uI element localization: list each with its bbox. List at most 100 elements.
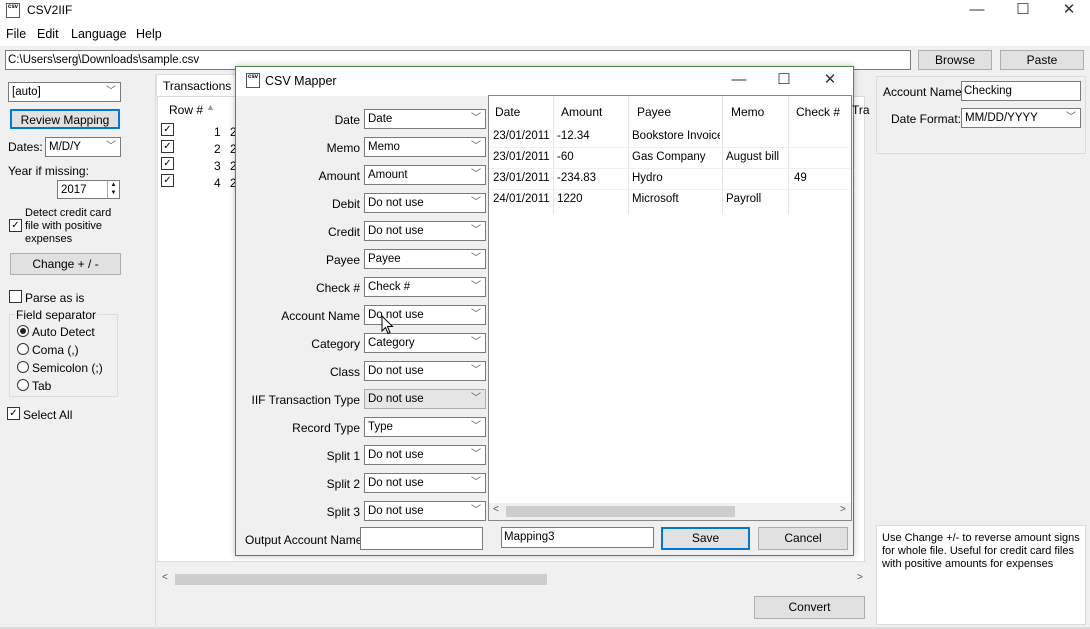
preview-cell: -12.34 <box>557 130 590 142</box>
preview-header-check[interactable]: Check # <box>796 105 840 119</box>
browse-button[interactable]: Browse <box>918 50 992 70</box>
menu-edit[interactable]: Edit <box>37 27 59 41</box>
preview-cell: 24/01/2011 <box>493 193 550 205</box>
preview-header-payee[interactable]: Payee <box>637 105 671 119</box>
dialog-maximize-button[interactable]: ☐ <box>761 70 807 92</box>
convert-button[interactable]: Convert <box>754 596 865 619</box>
field-combo-split-3[interactable]: Do not use ﹀ <box>364 501 486 521</box>
mapping-name-input[interactable]: Mapping3 <box>501 527 654 548</box>
row-checkbox[interactable]: ✓ <box>161 174 174 187</box>
chevron-down-icon: ﹀ <box>471 365 481 376</box>
close-button[interactable]: ✕ <box>1046 0 1090 22</box>
save-button[interactable]: Save <box>661 527 750 550</box>
menu-file[interactable]: File <box>6 27 26 41</box>
field-combo-date[interactable]: Date ﹀ <box>364 109 486 129</box>
field-combo-memo[interactable]: Memo ﹀ <box>364 137 486 157</box>
radio-semicolon[interactable] <box>17 361 29 373</box>
cancel-button[interactable]: Cancel <box>758 527 848 550</box>
dialog-minimize-button[interactable]: — <box>716 70 762 92</box>
field-label-check: Check # <box>315 281 360 295</box>
main-horizontal-scrollbar[interactable]: < > <box>158 571 868 588</box>
chevron-down-icon: ﹀ <box>471 281 481 292</box>
menu-language[interactable]: Language <box>71 27 127 41</box>
row-number-header[interactable]: Row # <box>169 103 203 117</box>
radio-tab-label: Tab <box>32 379 52 393</box>
radio-tab[interactable] <box>17 379 29 391</box>
dates-combo[interactable]: M/D/Y ﹀ <box>45 137 121 157</box>
field-label-date: Date <box>334 113 360 127</box>
row-checkbox[interactable]: ✓ <box>161 157 174 170</box>
window-titlebar: csv CSV2IIF — ☐ ✕ <box>0 0 1090 22</box>
account-name-input[interactable]: Checking <box>961 81 1081 101</box>
auto-combo[interactable]: [auto] ﹀ <box>8 82 121 102</box>
row-checkbox[interactable]: ✓ <box>161 123 174 136</box>
field-combo-payee[interactable]: Payee ﹀ <box>364 249 486 269</box>
chevron-down-icon: ﹀ <box>471 421 481 432</box>
year-stepper[interactable]: 2017 ▲ ▼ <box>57 180 120 199</box>
chevron-down-icon: ﹀ <box>1066 112 1076 123</box>
sort-up-icon: ▲ <box>206 102 215 112</box>
field-label-memo: Memo <box>326 141 360 155</box>
preview-cell: 23/01/2011 <box>493 172 550 184</box>
field-combo-iif-transaction-type[interactable]: Do not use ﹀ <box>364 389 486 409</box>
field-label-split-3: Split 3 <box>326 505 360 519</box>
field-combo-split-2[interactable]: Do not use ﹀ <box>364 473 486 493</box>
preview-cell: Gas Company <box>632 151 706 163</box>
select-all-checkbox[interactable]: ✓ <box>7 407 20 420</box>
row-number: 2 <box>214 142 221 156</box>
field-combo-check[interactable]: Check # ﹀ <box>364 277 486 297</box>
field-combo-amount[interactable]: Amount ﹀ <box>364 165 486 185</box>
preview-header-date[interactable]: Date <box>495 105 520 119</box>
radio-semicolon-label: Semicolon (;) <box>32 361 103 375</box>
radio-auto-detect[interactable] <box>17 325 29 337</box>
field-combo-category[interactable]: Category ﹀ <box>364 333 486 353</box>
review-mapping-button[interactable]: Review Mapping <box>10 109 120 129</box>
scrollbar-thumb[interactable] <box>175 574 547 585</box>
scroll-right-icon[interactable]: > <box>840 504 846 515</box>
row-divider <box>489 168 851 169</box>
column-divider <box>722 96 723 214</box>
field-combo-class[interactable]: Do not use ﹀ <box>364 361 486 381</box>
paste-button[interactable]: Paste <box>1000 50 1084 70</box>
preview-cell: Microsoft <box>632 193 679 205</box>
menu-bar: File Edit Language Help <box>0 22 1090 46</box>
field-combo-record-type[interactable]: Type ﹀ <box>364 417 486 437</box>
chevron-down-icon: ﹀ <box>471 449 481 460</box>
scrollbar-thumb[interactable] <box>506 506 735 517</box>
field-label-amount: Amount <box>318 169 360 183</box>
preview-header-memo[interactable]: Memo <box>731 105 764 119</box>
dialog-title: CSV Mapper <box>265 74 337 88</box>
parse-as-is-checkbox[interactable] <box>9 290 22 303</box>
scroll-left-icon[interactable]: < <box>162 572 168 583</box>
detect-credit-checkbox[interactable]: ✓ <box>9 219 22 232</box>
mapping-fields: Date Date ﹀ Memo Memo ﹀ Amount Amount ﹀ Deb… <box>240 99 486 551</box>
field-combo-debit[interactable]: Do not use ﹀ <box>364 193 486 213</box>
dialog-close-button[interactable]: ✕ <box>807 70 853 92</box>
maximize-button[interactable]: ☐ <box>1000 0 1046 22</box>
field-combo-split-1[interactable]: Do not use ﹀ <box>364 445 486 465</box>
preview-cell: Bookstore Invoice <box>632 130 720 142</box>
chevron-down-icon: ﹀ <box>471 477 481 488</box>
menu-help[interactable]: Help <box>136 27 162 41</box>
column-divider <box>788 96 789 214</box>
preview-horizontal-scrollbar[interactable]: < > <box>489 503 851 520</box>
output-account-input[interactable] <box>360 527 483 550</box>
scroll-left-icon[interactable]: < <box>493 504 499 515</box>
chevron-down-icon: ﹀ <box>471 505 481 516</box>
row-checkbox[interactable]: ✓ <box>161 140 174 153</box>
change-sign-button[interactable]: Change + / - <box>10 253 121 275</box>
tab-transactions[interactable]: Transactions <box>156 74 236 96</box>
scroll-right-icon[interactable]: > <box>857 572 863 583</box>
output-account-label: Output Account Name: <box>245 533 366 547</box>
field-label-split-1: Split 1 <box>326 449 360 463</box>
preview-cell: 23/01/2011 <box>493 130 550 142</box>
field-label-credit: Credit <box>327 225 360 239</box>
row-divider <box>489 147 851 148</box>
field-combo-credit[interactable]: Do not use ﹀ <box>364 221 486 241</box>
minimize-button[interactable]: — <box>954 0 1000 22</box>
radio-coma[interactable] <box>17 343 29 355</box>
preview-header-amount[interactable]: Amount <box>561 105 602 119</box>
chevron-down-icon: ﹀ <box>471 309 481 320</box>
date-format-combo[interactable]: MM/DD/YYYY ﹀ <box>961 108 1081 128</box>
chevron-down-icon: ﹀ <box>471 141 481 152</box>
